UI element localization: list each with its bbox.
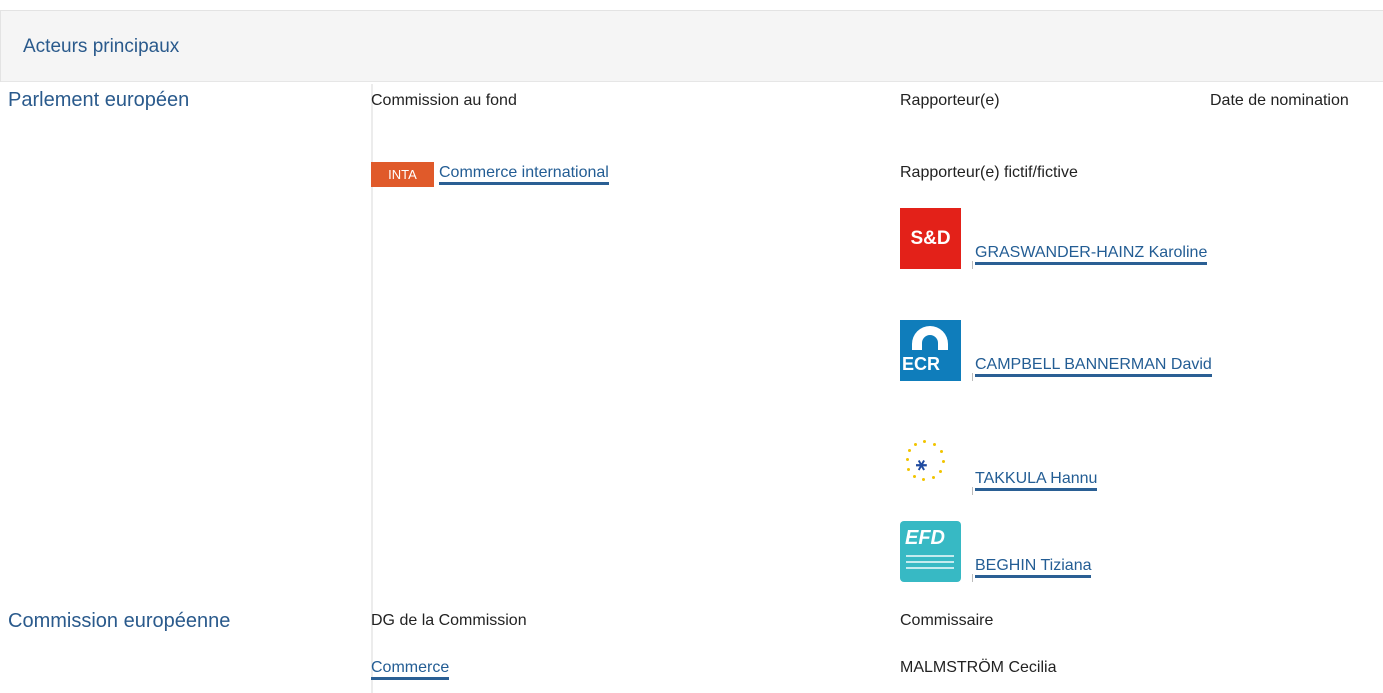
committee-code-badge: INTA [371, 162, 434, 187]
efdd-group-logo-icon: EFD [900, 521, 973, 582]
commissioner-name: MALMSTRÖM Cecilia [900, 659, 1057, 676]
section-title: Acteurs principaux [23, 36, 180, 57]
col-header-committee: Commission au fond [371, 92, 517, 109]
member-link[interactable]: CAMPBELL BANNERMAN David [975, 356, 1212, 377]
shadow-member: S&D GRASWANDER-HAINZ Karoline [900, 208, 1220, 269]
member-link[interactable]: GRASWANDER-HAINZ Karoline [975, 244, 1208, 265]
dg-link[interactable]: Commerce [371, 659, 450, 680]
col-header-date: Date de nomination [1210, 92, 1349, 109]
member-link[interactable]: TAKKULA Hannu [975, 470, 1098, 491]
shadow-rapporteur-label: Rapporteur(e) fictif/fictive [900, 164, 1078, 181]
sd-group-logo-icon: S&D [900, 208, 973, 269]
section-header: Acteurs principaux [1, 11, 1383, 82]
col-header-commissioner: Commissaire [900, 612, 994, 629]
col-header-rapporteur: Rapporteur(e) [900, 92, 1000, 109]
committee-link[interactable]: Commerce international [439, 164, 609, 185]
actor-label-parliament: Parlement européen [8, 89, 190, 111]
shadow-member: EFD BEGHIN Tiziana [900, 521, 1220, 582]
ecr-group-logo-icon: ECR [900, 320, 973, 381]
member-link[interactable]: BEGHIN Tiziana [975, 557, 1092, 578]
shadow-member: ECR CAMPBELL BANNERMAN David [900, 320, 1220, 381]
col-header-dg: DG de la Commission [371, 612, 527, 629]
shadow-member: ⚹ TAKKULA Hannu [900, 434, 1220, 495]
alde-group-logo-icon: ⚹ [900, 434, 973, 495]
actor-label-commission: Commission européenne [8, 610, 231, 632]
